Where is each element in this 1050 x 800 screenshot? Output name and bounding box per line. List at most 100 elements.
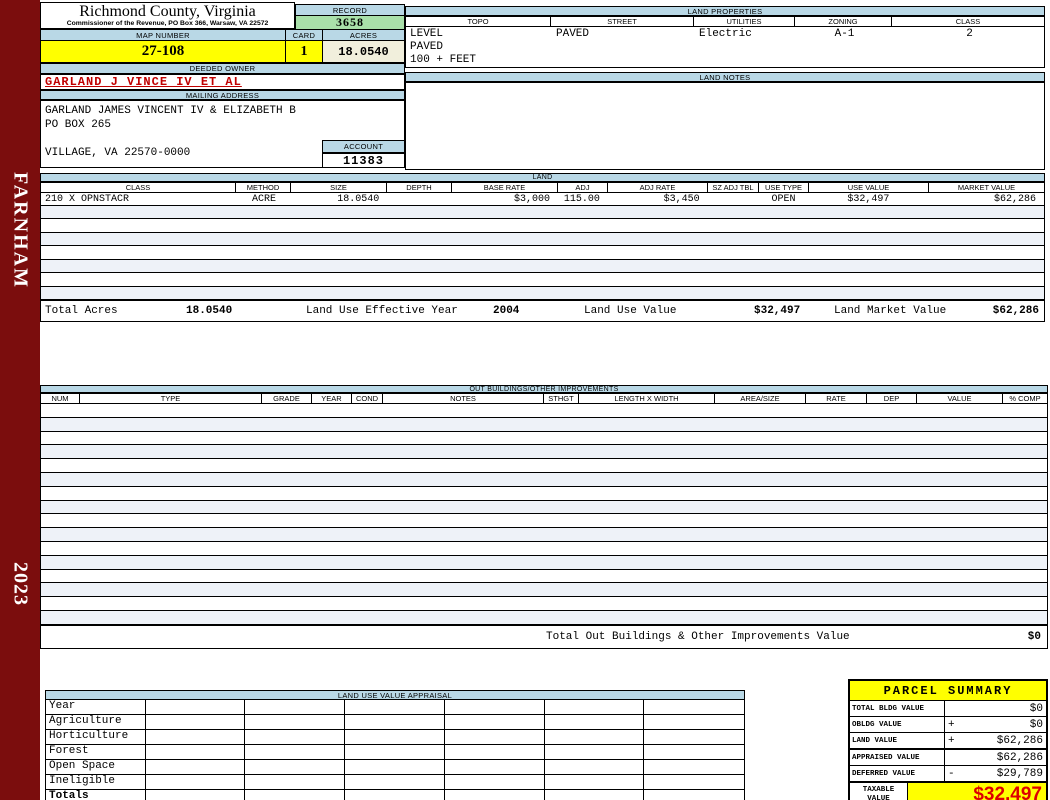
land-properties-topo-line: PAVED <box>410 41 444 53</box>
land-use-appraisal-row: Horticulture <box>45 730 745 745</box>
out-buildings-empty-row <box>40 486 1048 501</box>
land-use-appraisal-cell <box>345 760 445 774</box>
land-column-header: METHOD <box>236 182 291 193</box>
land-notes-body <box>405 82 1045 170</box>
land-use-appraisal-cell <box>644 745 744 759</box>
land-table-title: LAND <box>40 173 1045 182</box>
out-buildings-empty-row <box>40 472 1048 487</box>
land-empty-row <box>40 232 1045 247</box>
mailing-address-label: MAILING ADDRESS <box>40 90 405 100</box>
land-use-appraisal-cell <box>644 790 744 800</box>
out-buildings-empty-row <box>40 514 1048 529</box>
out-buildings-empty-row <box>40 528 1048 542</box>
out-buildings-total-value: $0 <box>1027 631 1041 643</box>
land-cell: $3,000 <box>513 194 550 205</box>
land-use-appraisal-rows: Year Agriculture Horticulture Forest Open Sp… <box>45 700 745 800</box>
land-use-appraisal-cell <box>545 760 645 774</box>
land-properties-topo-line: 100 + FEET <box>410 54 477 66</box>
land-table-header-row: CLASS METHOD SIZE DEPTH BASE RATE ADJ ADJ RATE… <box>40 182 1045 193</box>
land-column-header: USE VALUE <box>809 182 929 193</box>
land-cell: $3,450 <box>663 194 700 205</box>
out-buildings-column-header: TYPE <box>80 393 262 404</box>
out-buildings-empty-row <box>40 597 1048 611</box>
land-use-appraisal-row: Open Space <box>45 760 745 775</box>
property-record-card: FARNHAM 2023 Richmond County, Virginia C… <box>0 0 1050 800</box>
parcel-summary-row-label: OBLDG VALUE <box>850 717 945 732</box>
parcel-summary-row-value: $0 <box>945 701 1046 716</box>
land-use-appraisal-cell <box>146 790 246 800</box>
land-use-appraisal-cell <box>545 730 645 744</box>
taxable-value-row: TAXABLE VALUE $32,497 <box>850 783 1046 800</box>
land-use-appraisal-cell <box>644 760 744 774</box>
land-use-appraisal-row-label: Horticulture <box>46 730 146 744</box>
land-use-appraisal-cell <box>245 760 346 774</box>
deeded-owner-label: DEEDED OWNER <box>40 63 405 74</box>
parcel-summary-amount: $62,286 <box>996 734 1043 747</box>
land-use-appraisal-title: LAND USE VALUE APPRAISAL <box>45 690 745 700</box>
land-column-header: DEPTH <box>387 182 452 193</box>
total-acres-label: Total Acres <box>45 305 118 317</box>
mailing-address-line: PO BOX 265 <box>45 119 112 131</box>
out-buildings-column-header: STHGT <box>544 393 579 404</box>
land-use-appraisal-cell <box>245 700 346 714</box>
land-column-header: ADJ <box>558 182 608 193</box>
land-notes-title: LAND NOTES <box>405 72 1045 82</box>
land-use-appraisal-row: Agriculture <box>45 715 745 730</box>
land-use-appraisal-cell <box>545 775 645 789</box>
land-use-appraisal-cell <box>146 760 246 774</box>
effective-year-value: 2004 <box>493 305 520 317</box>
land-table-totals-row: Total Acres 18.0540 Land Use Effective Y… <box>40 300 1045 322</box>
card-value: 1 <box>285 40 323 63</box>
deeded-owner-value: GARLAND J VINCE IV ET AL <box>40 74 405 90</box>
land-empty-row <box>40 246 1045 260</box>
out-buildings-empty-row <box>40 445 1048 460</box>
land-cell <box>387 193 452 205</box>
land-use-appraisal-row: Totals <box>45 790 745 800</box>
land-properties-value: LEVEL <box>410 28 444 40</box>
land-use-appraisal-cell <box>245 745 346 759</box>
land-table-data-row: 210 X OPNSTACR ACRE 18.0540 $3,000 115.00 $3,… <box>40 193 1045 206</box>
land-properties-value: 2 <box>966 28 973 40</box>
land-market-value: $62,286 <box>992 305 1039 317</box>
parcel-summary-rows: TOTAL BLDG VALUE $0 OBLDG VALUE + $0 LAND VAL… <box>850 701 1046 783</box>
land-properties-value: PAVED <box>556 28 590 40</box>
account-label: ACCOUNT <box>322 140 405 153</box>
parcel-summary-row-value: - $29,789 <box>945 766 1046 781</box>
land-cell: 115.00 <box>563 194 600 205</box>
land-column-header: SZ ADJ TBL <box>708 182 759 193</box>
land-column-header: CLASS <box>40 182 236 193</box>
land-properties-column-header: ZONING <box>795 16 892 27</box>
out-buildings-column-header: LENGTH X WIDTH <box>579 393 715 404</box>
taxable-value-label: TAXABLE VALUE <box>850 783 908 800</box>
land-use-appraisal-cell <box>146 715 246 729</box>
land-properties-body: LEVEL PAVED Electric A-1 2 PAVED 100 + FEET <box>405 27 1045 68</box>
land-use-appraisal-cell <box>545 715 645 729</box>
parcel-summary-amount: $0 <box>1029 718 1043 731</box>
out-buildings-empty-row <box>40 541 1048 556</box>
out-buildings-empty-row <box>40 459 1048 473</box>
out-buildings-total-label: Total Out Buildings & Other Improvements… <box>546 631 850 643</box>
land-use-appraisal-cell <box>345 775 445 789</box>
land-use-appraisal-cell <box>345 715 445 729</box>
out-buildings-title: OUT BUILDINGS/OTHER IMPROVEMENTS <box>40 385 1048 393</box>
out-buildings-column-header: COND <box>352 393 383 404</box>
out-buildings-column-header: NUM <box>40 393 80 404</box>
land-use-appraisal-cell <box>245 775 346 789</box>
parcel-summary-operator: - <box>948 767 955 780</box>
acres-value: 18.0540 <box>322 40 405 63</box>
map-number-value: 27-108 <box>40 40 286 63</box>
land-column-header: MARKET VALUE <box>929 182 1045 193</box>
out-buildings-column-header: AREA/SIZE <box>715 393 806 404</box>
land-cell: $62,286 <box>993 194 1036 205</box>
out-buildings-column-header: RATE <box>806 393 867 404</box>
land-use-appraisal-row-label: Ineligible <box>46 775 146 789</box>
effective-year-label: Land Use Effective Year <box>306 305 458 317</box>
parcel-summary-row-value: + $62,286 <box>945 733 1046 748</box>
taxable-value: $32,497 <box>908 783 1046 800</box>
land-use-appraisal-cell <box>545 700 645 714</box>
land-use-appraisal-cell <box>545 745 645 759</box>
parcel-summary-amount: $62,286 <box>996 751 1043 764</box>
land-use-appraisal-cell <box>445 760 545 774</box>
land-column-header: ADJ RATE <box>608 182 708 193</box>
land-use-appraisal-cell <box>644 775 744 789</box>
